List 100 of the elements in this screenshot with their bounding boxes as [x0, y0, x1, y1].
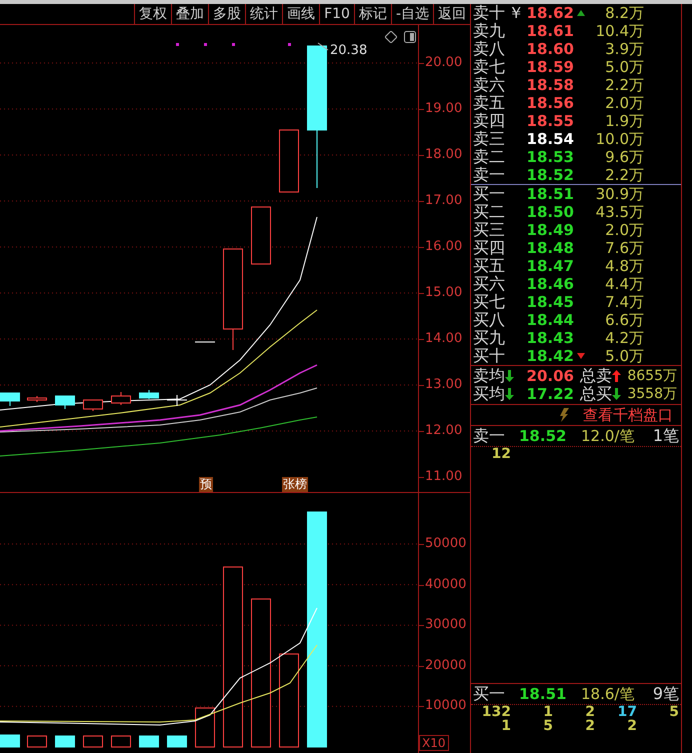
- order-price: 18.45: [526, 293, 574, 311]
- order-price: 18.44: [526, 311, 574, 329]
- volume-axis-label: 20000: [425, 658, 466, 673]
- price-axis-label: 20.00: [425, 56, 462, 70]
- order-level-label: 买八: [473, 311, 506, 329]
- order-level-label: 卖八: [473, 40, 506, 58]
- total-label: 总卖: [580, 367, 626, 385]
- volume-bar: [55, 736, 75, 748]
- order-price: 18.62: [526, 4, 574, 22]
- order-level-label: 买三: [473, 221, 506, 239]
- order-level-label: 买六: [473, 275, 506, 293]
- order-count: 9笔: [652, 685, 679, 703]
- candlestick: [251, 206, 271, 264]
- price-axis-label: 18.00: [425, 148, 462, 162]
- order-price: 18.54: [526, 130, 574, 148]
- order-price: 18.53: [526, 148, 574, 166]
- order-volume: 10.4万: [594, 22, 644, 40]
- order-price: 18.48: [526, 239, 574, 257]
- price-axis-label: 12.00: [425, 424, 462, 438]
- candlestick: [139, 390, 159, 400]
- order-volume: 10.0万: [594, 130, 644, 148]
- volume-multiplier-label: X10: [419, 735, 448, 751]
- order-level-label: 卖十 ￥: [473, 4, 519, 22]
- order-price: 18.47: [526, 257, 574, 275]
- queue-order-size: 132: [480, 705, 512, 719]
- order-price: 18.49: [526, 221, 574, 239]
- order-price: 18.56: [526, 94, 574, 112]
- last-price-label: 20.38: [330, 43, 368, 58]
- order-price: 18.46: [526, 275, 574, 293]
- order-volume: 7.6万: [604, 239, 644, 257]
- volume-axis-label: 30000: [425, 618, 466, 632]
- chart-event-tag[interactable]: 预: [199, 477, 213, 492]
- order-price: 18.61: [526, 22, 574, 40]
- order-volume: 6.6万: [604, 311, 644, 329]
- price-axis-label: 13.00: [425, 378, 462, 392]
- volume-axis-label: 50000: [425, 537, 466, 551]
- order-volume: 4.2万: [604, 329, 644, 347]
- volume-bar: [27, 736, 47, 748]
- order-price: 18.51: [526, 185, 574, 203]
- lightning-icon: [559, 408, 569, 422]
- queue-price: 18.52: [519, 427, 568, 445]
- queue-order-size: 1: [542, 705, 554, 719]
- queue-order-size: 5: [668, 705, 680, 719]
- total-label: 总买: [580, 385, 626, 403]
- chart-event-tag[interactable]: 张榜: [282, 477, 308, 492]
- queue-order-size: 2: [626, 719, 638, 733]
- order-count: 1笔: [652, 427, 679, 445]
- order-volume: 3.9万: [604, 40, 644, 58]
- order-level-label: 买四: [473, 239, 506, 257]
- queue-order-size: 12: [490, 447, 512, 461]
- order-price: 18.43: [526, 329, 574, 347]
- average-price: 20.06: [526, 367, 574, 385]
- order-level-label: 买五: [473, 257, 506, 275]
- order-volume: 8.2万: [604, 4, 644, 22]
- price-axis-label: 14.00: [425, 332, 462, 346]
- volume-axis-label: 10000: [425, 699, 466, 714]
- per-order-volume: 12.0/笔: [581, 427, 636, 445]
- order-volume: 2.2万: [604, 166, 644, 184]
- average-label: 卖均: [473, 367, 519, 385]
- order-level-label: 卖九: [473, 22, 506, 40]
- order-level-label: 卖一: [473, 166, 506, 184]
- order-depth-link[interactable]: 查看千档盘口: [583, 406, 673, 424]
- order-volume: 4.8万: [604, 257, 644, 275]
- panel-toggle-icon[interactable]: [404, 31, 416, 43]
- order-price: 18.52: [526, 166, 574, 184]
- volume-bar: [139, 736, 159, 748]
- price-axis-label: 17.00: [425, 194, 462, 208]
- order-price: 18.50: [526, 203, 574, 221]
- order-price: 18.55: [526, 112, 574, 130]
- candlestick: [55, 396, 75, 410]
- order-price: 18.58: [526, 76, 574, 94]
- queue-level-label: 卖一: [473, 427, 506, 445]
- volume-bar: [195, 708, 215, 748]
- candlestick: [83, 400, 103, 412]
- leader-line: [318, 42, 328, 50]
- volume-bar: [167, 736, 187, 748]
- queue-price: 18.51: [519, 685, 568, 703]
- order-price: 18.60: [526, 40, 574, 58]
- price-axis-label: 15.00: [425, 286, 462, 300]
- price-axis-label: 11.00: [425, 470, 462, 484]
- order-level-label: 卖二: [473, 148, 506, 166]
- order-volume: 9.6万: [604, 148, 644, 166]
- volume-axis-label: 40000: [425, 578, 466, 592]
- volume-bar: [111, 736, 131, 748]
- order-level-label: 买七: [473, 293, 506, 311]
- order-level-label: 卖三: [473, 130, 506, 148]
- order-level-label: 买一: [473, 185, 506, 203]
- diamond-icon[interactable]: [385, 31, 397, 43]
- order-level-label: 买十: [473, 347, 506, 365]
- total-volume: 8655万: [626, 367, 678, 385]
- candlestick: [279, 130, 299, 192]
- price-axis-label: 19.00: [425, 102, 462, 116]
- volume-bar: [0, 734, 20, 748]
- per-order-volume: 18.6/笔: [581, 685, 636, 703]
- order-level-label: 卖五: [473, 94, 506, 112]
- candlestick: [111, 392, 131, 406]
- order-level-label: 买九: [473, 329, 506, 347]
- volume-bar: [83, 736, 103, 748]
- order-volume: 7.4万: [604, 293, 644, 311]
- order-volume: 30.9万: [594, 185, 644, 203]
